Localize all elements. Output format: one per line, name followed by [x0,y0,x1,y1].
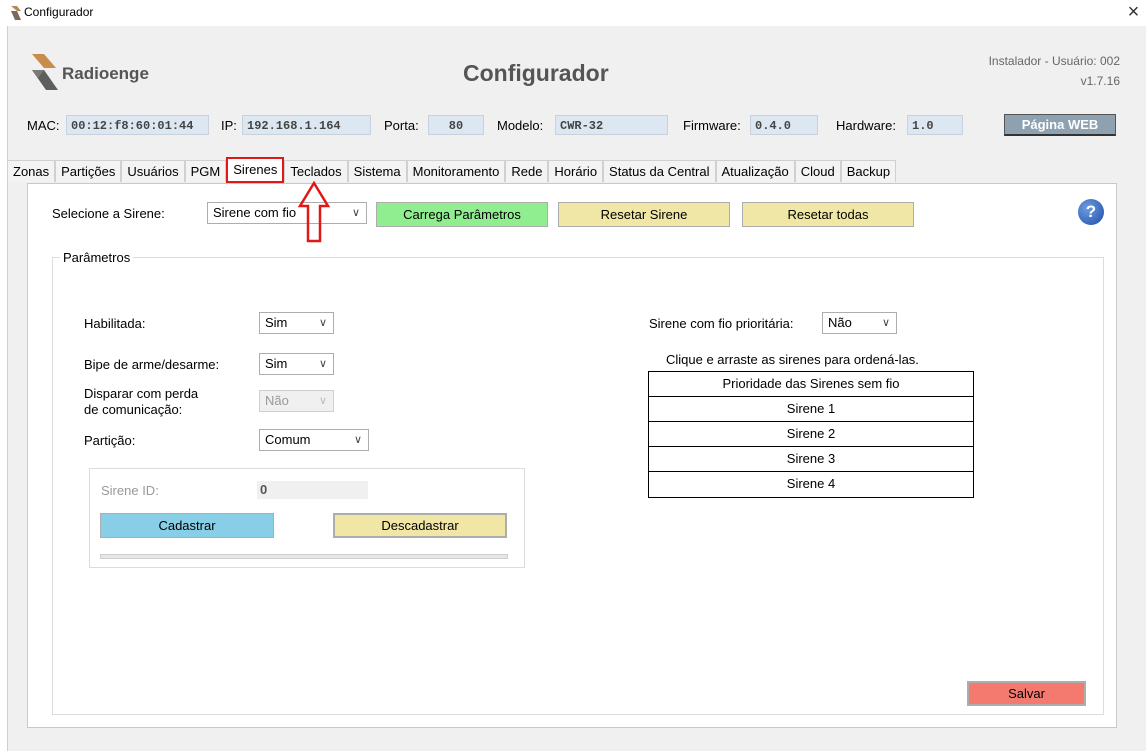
table-row[interactable]: Sirene 1 [649,397,973,422]
chevron-down-icon: ∨ [318,395,327,407]
chevron-down-icon: ∨ [353,434,362,446]
tab-sistema[interactable]: Sistema [347,160,407,182]
select-sirene-combo[interactable]: Sirene com fio ∨ [207,202,367,224]
chevron-down-icon: ∨ [881,317,890,329]
select-sirene-value: Sirene com fio [213,205,297,220]
tab-status-da-central[interactable]: Status da Central [603,160,716,182]
progress-bar [100,554,508,559]
tab-atualiza-o[interactable]: Atualização [715,160,795,182]
table-row[interactable]: Sirene 4 [649,472,973,497]
ip-label: IP: [221,118,237,133]
app-icon [11,6,21,20]
help-icon[interactable]: ? [1078,199,1104,225]
sirene-id-label: Sirene ID: [101,483,159,498]
hardware-field: 1.0 [907,115,963,135]
porta-field: 80 [428,115,484,135]
user-info: Instalador - Usuário: 002 v1.7.16 [930,51,1120,91]
resetar-todas-button[interactable]: Resetar todas [742,202,914,227]
habilitada-value: Sim [265,315,288,330]
descadastrar-button[interactable]: Descadastrar [333,513,507,538]
chevron-down-icon: ∨ [351,207,360,219]
disparar-value: Não [265,393,289,408]
table-header: Prioridade das Sirenes sem fio [649,372,973,397]
cadastrar-button[interactable]: Cadastrar [100,513,274,538]
salvar-button[interactable]: Salvar [967,681,1086,706]
modelo-field: CWR-32 [555,115,668,135]
tab-zonas[interactable]: Zonas [7,160,56,182]
tab-pgm[interactable]: PGM [184,160,227,182]
disparar-label-line1: Disparar com perda [84,386,199,401]
version-label: v1.7.16 [1080,74,1120,88]
habilitada-combo[interactable]: Sim ∨ [259,312,334,334]
tab-hor-rio[interactable]: Horário [548,160,604,182]
bipe-label: Bipe de arme/desarme: [84,357,220,372]
carrega-parametros-button[interactable]: Carrega Parâmetros [376,202,548,227]
tab-rede[interactable]: Rede [505,160,549,182]
radioenge-logo-icon [32,54,58,90]
table-row[interactable]: Sirene 2 [649,422,973,447]
app-title: Configurador [463,60,609,86]
firmware-field: 0.4.0 [750,115,818,135]
firmware-label: Firmware: [683,118,741,133]
tab-cloud[interactable]: Cloud [794,160,841,182]
tab-bar: Zonas Partições Usuários PGM Sirenes Teclados… [7,157,1047,183]
pagina-web-button[interactable]: Página WEB [1004,114,1116,136]
particao-label: Partição: [84,433,136,448]
particao-value: Comum [265,432,311,447]
porta-label: Porta: [384,118,419,133]
bipe-value: Sim [265,356,288,371]
table-row[interactable]: Sirene 3 [649,447,973,472]
tab-sirenes[interactable]: Sirenes [226,157,285,183]
prioritaria-label: Sirene com fio prioritária: [649,316,794,331]
chevron-down-icon: ∨ [318,317,327,329]
ip-field: 192.168.1.164 [242,115,371,135]
modelo-label: Modelo: [497,118,544,133]
resetar-sirene-button[interactable]: Resetar Sirene [558,202,730,227]
chevron-down-icon: ∨ [318,358,327,370]
tab-monitoramento[interactable]: Monitoramento [406,160,506,182]
user-label: Instalador - Usuário: 002 [988,54,1120,68]
prioridade-table: Prioridade das Sirenes sem fio Sirene 1 … [648,371,974,498]
prioritaria-value: Não [828,315,852,330]
window-title: Configurador [24,5,94,19]
hardware-label: Hardware: [836,118,896,133]
tab-parti-es[interactable]: Partições [55,160,122,182]
disparar-label-line2: de comunicação: [84,402,183,417]
bipe-combo[interactable]: Sim ∨ [259,353,334,375]
window-titlebar: Configurador [0,0,1146,26]
tab-usu-rios[interactable]: Usuários [121,160,185,182]
sirene-id-field[interactable]: 0 [257,481,368,499]
drag-hint-label: Clique e arraste as sirenes para ordená-… [666,352,919,367]
select-sirene-label: Selecione a Sirene: [52,206,165,221]
close-icon[interactable]: × [1121,0,1146,26]
disparar-combo[interactable]: Não ∨ [259,390,334,412]
tab-teclados[interactable]: Teclados [284,160,348,182]
mac-field: 00:12:f8:60:01:44 [66,115,209,135]
tab-backup[interactable]: Backup [840,160,897,182]
particao-combo[interactable]: Comum ∨ [259,429,369,451]
mac-label: MAC: [27,118,60,133]
annotation-arrow-icon [298,180,330,243]
habilitada-label: Habilitada: [84,316,146,331]
prioritaria-combo[interactable]: Não ∨ [822,312,897,334]
brand-name: Radioenge [62,64,149,83]
parametros-group-title: Parâmetros [60,250,134,265]
